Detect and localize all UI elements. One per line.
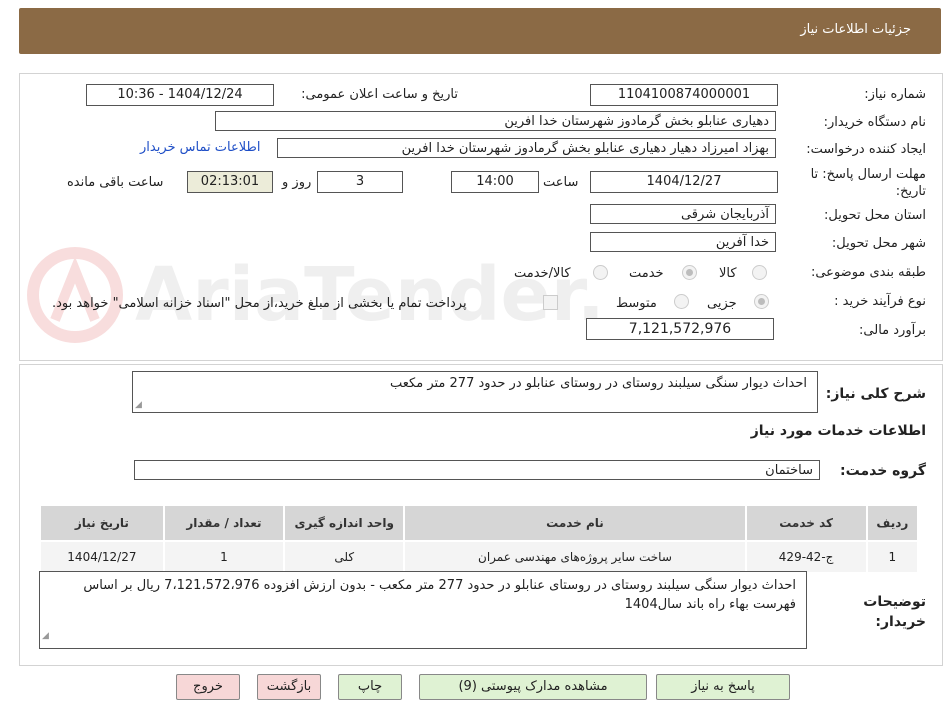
- back-button[interactable]: بازگشت: [257, 674, 321, 700]
- deadline-time-field: 14:00: [451, 171, 539, 193]
- category-radio-service[interactable]: [682, 265, 697, 280]
- province-label: استان محل تحویل:: [824, 208, 926, 223]
- services-section-title: اطلاعات خدمات مورد نیاز: [750, 423, 926, 439]
- days-label: روز و: [282, 175, 312, 190]
- treasury-payment-note: پرداخت تمام یا بخشی از مبلغ خرید،از محل …: [52, 296, 467, 311]
- cell-qty: 1: [162, 540, 286, 574]
- need-number-field: 1104100874000001: [590, 84, 778, 106]
- table-row: 1 ج-42-429 ساخت سایر پروژه‌های مهندسی عم…: [39, 540, 920, 574]
- page-header: جزئیات اطلاعات نیاز: [19, 8, 941, 54]
- budget-field: 7,121,572,976: [586, 318, 774, 340]
- buyer-notes-text: احداث دیوار سنگی سیلبند روستای در روستای…: [83, 578, 796, 612]
- print-button[interactable]: چاپ: [338, 674, 402, 700]
- summary-textarea[interactable]: احداث دیوار سنگی سیلبند روستای در روستای…: [132, 371, 818, 413]
- buyer-org-label: نام دستگاه خریدار:: [823, 115, 926, 130]
- category-option-service: خدمت: [629, 266, 664, 281]
- requester-field: بهزاد امیرزاد دهیار دهیاری عنابلو بخش گر…: [277, 138, 776, 158]
- column-header-qty: تعداد / مقدار: [162, 504, 286, 542]
- need-number-label: شماره نیاز:: [864, 87, 926, 102]
- exit-button[interactable]: خروج: [176, 674, 240, 700]
- deadline-label: مهلت ارسال پاسخ: تا تاریخ:: [810, 167, 926, 199]
- category-radio-goods[interactable]: [752, 265, 767, 280]
- treasury-payment-checkbox[interactable]: [543, 295, 558, 310]
- remaining-time-label: ساعت باقی مانده: [67, 175, 164, 190]
- category-option-both: کالا/خدمت: [514, 266, 571, 281]
- category-radio-both[interactable]: [593, 265, 608, 280]
- province-field: آذربایجان شرقی: [590, 204, 776, 224]
- page-title: جزئیات اطلاعات نیاز: [800, 22, 911, 37]
- table-header-row: ردیف کد خدمت نام خدمت واحد اندازه گیری ت…: [39, 504, 920, 542]
- announce-datetime-field: 1404/12/24 - 10:36: [86, 84, 274, 106]
- reply-to-need-button[interactable]: پاسخ به نیاز: [656, 674, 790, 700]
- view-attachments-button[interactable]: مشاهده مدارک پیوستی (9): [419, 674, 647, 700]
- column-header-unit: واحد اندازه گیری: [283, 504, 406, 542]
- column-header-service-name: نام خدمت: [403, 504, 747, 542]
- cell-unit: کلی: [283, 540, 406, 574]
- buyer-notes-label: توضیحات خریدار:: [863, 594, 926, 630]
- summary-text: احداث دیوار سنگی سیلبند روستای در روستای…: [390, 376, 807, 391]
- deadline-time-label: ساعت: [543, 175, 579, 190]
- city-label: شهر محل تحویل:: [831, 236, 926, 251]
- service-group-field: ساختمان: [134, 460, 820, 480]
- cell-code: ج-42-429: [744, 540, 868, 574]
- budget-label: برآورد مالی:: [859, 323, 926, 338]
- deadline-date-field: 1404/12/27: [590, 171, 778, 193]
- cell-date: 1404/12/27: [39, 540, 165, 574]
- summary-label: شرح کلی نیاز:: [825, 386, 926, 402]
- column-header-code: کد خدمت: [744, 504, 868, 542]
- category-label: طبقه بندی موضوعی:: [810, 265, 926, 280]
- cell-row-no: 1: [865, 540, 920, 574]
- process-option-minor: جزیی: [707, 296, 737, 311]
- category-option-goods: کالا: [719, 266, 737, 281]
- buyer-notes-textarea[interactable]: احداث دیوار سنگی سیلبند روستای در روستای…: [39, 571, 807, 649]
- service-group-label: گروه خدمت:: [840, 463, 926, 479]
- resize-grip-icon[interactable]: ◢: [42, 627, 49, 646]
- process-option-medium: متوسط: [616, 296, 657, 311]
- services-table: ردیف کد خدمت نام خدمت واحد اندازه گیری ت…: [39, 504, 920, 574]
- process-label: نوع فرآیند خرید :: [834, 294, 926, 309]
- resize-grip-icon[interactable]: ◢: [135, 400, 142, 410]
- process-radio-minor[interactable]: [754, 294, 769, 309]
- column-header-row-no: ردیف: [865, 504, 920, 542]
- days-remaining-field: 3: [317, 171, 403, 193]
- remaining-time-field: 02:13:01: [187, 171, 273, 193]
- buyer-org-field: دهیاری عنابلو بخش گرمادوز شهرستان خدا اف…: [215, 111, 776, 131]
- requester-label: ایجاد کننده درخواست:: [806, 142, 926, 157]
- process-radio-medium[interactable]: [674, 294, 689, 309]
- column-header-date: تاریخ نیاز: [39, 504, 165, 542]
- buyer-contact-link[interactable]: اطلاعات تماس خریدار: [140, 140, 260, 155]
- announce-label: تاریخ و ساعت اعلان عمومی:: [301, 87, 458, 102]
- city-field: خدا آفرین: [590, 232, 776, 252]
- cell-service-name: ساخت سایر پروژه‌های مهندسی عمران: [403, 540, 747, 574]
